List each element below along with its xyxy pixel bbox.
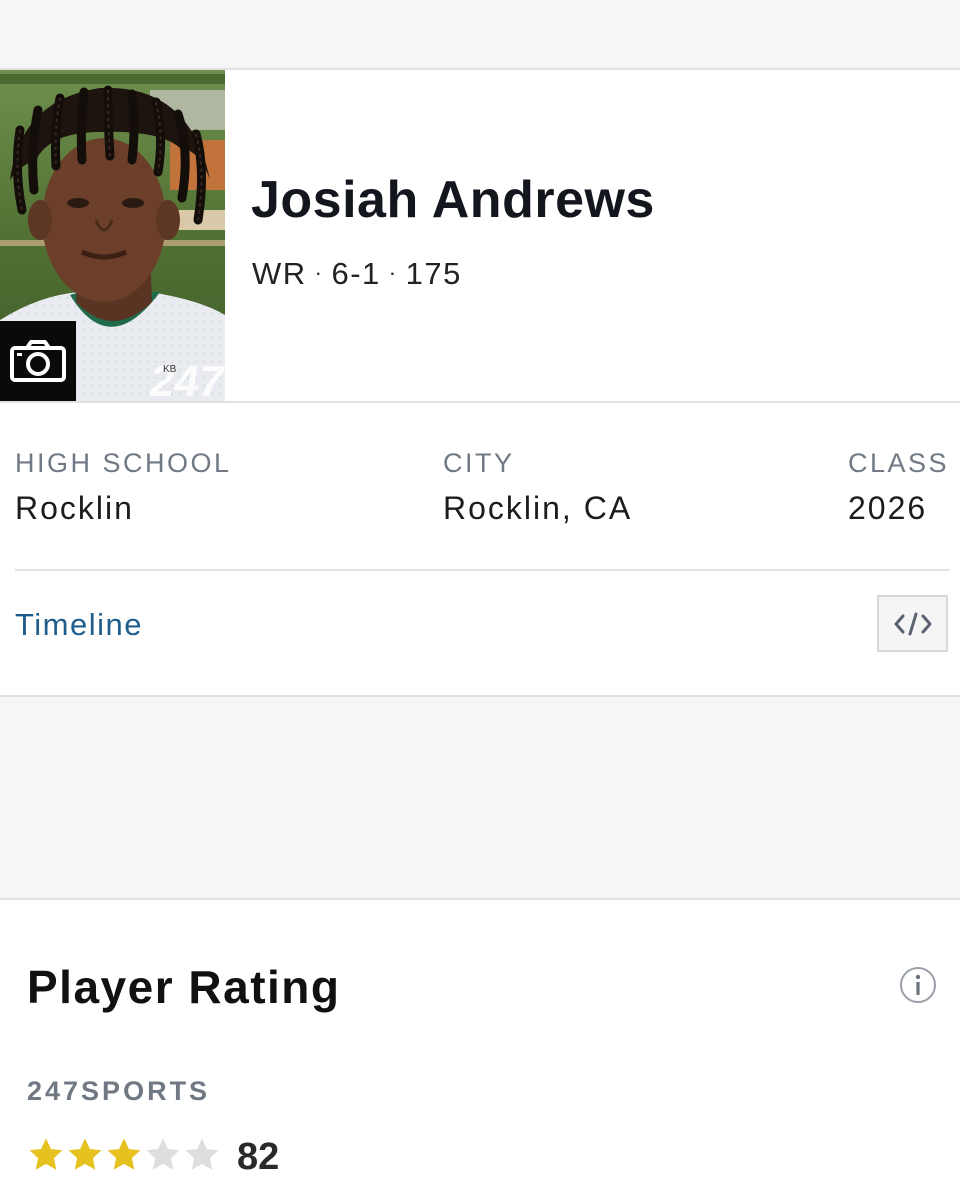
player-weight: 175 (405, 256, 462, 291)
info-icon (900, 967, 936, 1003)
player-height: 6-1 (331, 256, 381, 291)
class-value: 2026 (848, 490, 928, 526)
photo-initials: KB (163, 364, 177, 375)
camera-icon (10, 340, 66, 382)
player-vitals: WR · 6-1 · 175 (252, 256, 462, 292)
rating-source: 247SPORTS (27, 1076, 211, 1106)
player-rating-title: Player Rating (27, 961, 341, 1013)
rating-info-button[interactable] (899, 966, 937, 1004)
city-label: CITY (443, 448, 515, 478)
star-filled-icon (68, 1138, 102, 1170)
star-filled-icon (29, 1138, 63, 1170)
separator-dot: · (314, 260, 324, 285)
star-empty-icon (146, 1138, 180, 1170)
embed-code-button[interactable] (877, 595, 948, 652)
separator-dot: · (388, 260, 398, 285)
high-school-value: Rocklin (15, 490, 134, 526)
high-school-label: HIGH SCHOOL (15, 448, 232, 478)
rating-score: 82 (237, 1136, 280, 1178)
code-embed-icon (894, 612, 931, 635)
player-position: WR (252, 256, 307, 291)
top-bar (0, 0, 960, 70)
class-label: CLASS (848, 448, 950, 478)
divider (15, 569, 950, 571)
photo-watermark: 247 (149, 357, 225, 401)
city-value: Rocklin, CA (443, 490, 633, 526)
star-filled-icon (107, 1138, 141, 1170)
ad-placeholder (0, 695, 960, 900)
player-name: Josiah Andrews (251, 171, 655, 229)
player-profile-header: 247 KB Josiah Andrews WR · 6-1 · 175 (0, 70, 960, 403)
star-empty-icon (185, 1138, 219, 1170)
player-photo: 247 KB (0, 70, 225, 401)
timeline-link[interactable]: Timeline (15, 607, 143, 643)
star-rating (27, 1136, 222, 1176)
camera-button[interactable] (0, 321, 76, 401)
